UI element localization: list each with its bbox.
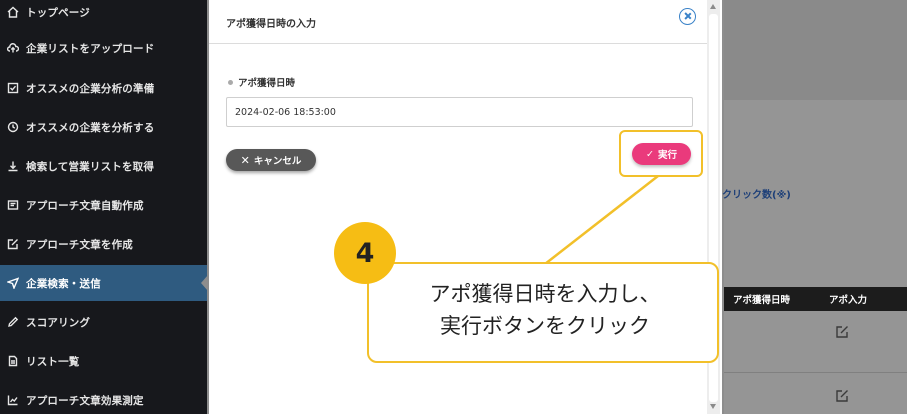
sidebar-item-label: スコアリング	[26, 316, 91, 329]
callout-line-1: アポ獲得日時を入力し、	[429, 282, 661, 306]
execute-button[interactable]: ✓ 実行	[632, 143, 691, 165]
sidebar: トップページ 企業リストをアップロード オススメの企業分析の準備 オススメの企業…	[0, 0, 208, 414]
sidebar-item-company-search[interactable]: 企業検索・送信	[0, 265, 208, 301]
sidebar-item-label: オススメの企業を分析する	[26, 121, 155, 134]
instruction-callout: アポ獲得日時を入力し、 実行ボタンをクリック	[367, 262, 719, 363]
scroll-down-arrow-icon[interactable]	[710, 404, 716, 409]
sidebar-item-label: アプローチ文章を作成	[26, 238, 133, 251]
sidebar-item-label: アプローチ文章自動作成	[26, 199, 144, 212]
checkbox-icon	[6, 81, 20, 95]
table-row-divider	[724, 372, 907, 373]
sidebar-item-analyze[interactable]: オススメの企業を分析する	[0, 109, 207, 145]
cancel-button-label: キャンセル	[253, 156, 302, 167]
field-label-text: アポ獲得日時	[238, 78, 296, 89]
sidebar-item-list[interactable]: リスト一覧	[0, 343, 207, 379]
sidebar-item-upload[interactable]: 企業リストをアップロード	[0, 30, 207, 66]
sidebar-item-label: アプローチ文章効果測定	[26, 394, 144, 407]
bullet-icon	[228, 79, 233, 85]
close-icon: ✕	[240, 153, 250, 167]
edit-icon[interactable]	[835, 324, 849, 338]
cancel-button[interactable]: ✕ キャンセル	[226, 149, 316, 171]
pencil-icon	[6, 315, 20, 329]
sidebar-item-effect-measurement[interactable]: アプローチ文章効果測定	[0, 382, 207, 414]
sidebar-item-label: リスト一覧	[26, 355, 80, 368]
sidebar-item-label: 企業リストをアップロード	[26, 42, 155, 55]
chart-icon	[6, 393, 20, 407]
click-count-label: クリック数(※)	[722, 190, 791, 201]
callout-line-2: 実行ボタンをクリック	[440, 314, 650, 338]
execute-button-label: 実行	[657, 150, 677, 161]
step-number-badge: 4	[334, 222, 396, 284]
column-header-appointment-input: アポ入力	[829, 295, 868, 306]
sidebar-item-analysis-prep[interactable]: オススメの企業分析の準備	[0, 70, 207, 106]
send-icon	[6, 276, 20, 290]
edit-icon[interactable]	[835, 388, 849, 402]
home-icon	[6, 5, 20, 19]
edit-box-icon	[6, 237, 20, 251]
document-icon	[6, 198, 20, 212]
cloud-upload-icon	[6, 41, 20, 55]
sidebar-item-label: オススメの企業分析の準備	[26, 82, 155, 95]
close-icon[interactable]	[679, 8, 696, 25]
sidebar-item-label: トップページ	[26, 6, 90, 19]
sidebar-item-label: 検索して営業リストを取得	[26, 160, 155, 173]
table-header: アポ獲得日時 アポ入力	[724, 287, 907, 311]
scroll-up-arrow-icon[interactable]	[710, 4, 716, 9]
sidebar-item-create-approach[interactable]: アプローチ文章を作成	[0, 226, 207, 262]
sidebar-item-auto-approach[interactable]: アプローチ文章自動作成	[0, 187, 207, 223]
sidebar-item-top-page[interactable]: トップページ	[0, 0, 207, 30]
download-icon	[6, 159, 20, 173]
modal-title: アポ獲得日時の入力	[226, 19, 316, 30]
appointment-datetime-input[interactable]	[226, 97, 693, 127]
appointment-datetime-label: アポ獲得日時	[228, 75, 295, 89]
modal-header: アポ獲得日時の入力	[209, 0, 707, 44]
list-file-icon	[6, 354, 20, 368]
check-icon: ✓	[646, 148, 654, 160]
history-icon	[6, 120, 20, 134]
sidebar-item-search-list[interactable]: 検索して営業リストを取得	[0, 148, 207, 184]
sidebar-item-label: 企業検索・送信	[26, 277, 101, 290]
background-header-area	[724, 0, 907, 100]
column-header-appointment-datetime: アポ獲得日時	[733, 295, 791, 306]
background-content-area	[724, 100, 907, 414]
sidebar-item-scoring[interactable]: スコアリング	[0, 304, 207, 340]
callout-text: アポ獲得日時を入力し、 実行ボタンをクリック	[369, 278, 721, 342]
